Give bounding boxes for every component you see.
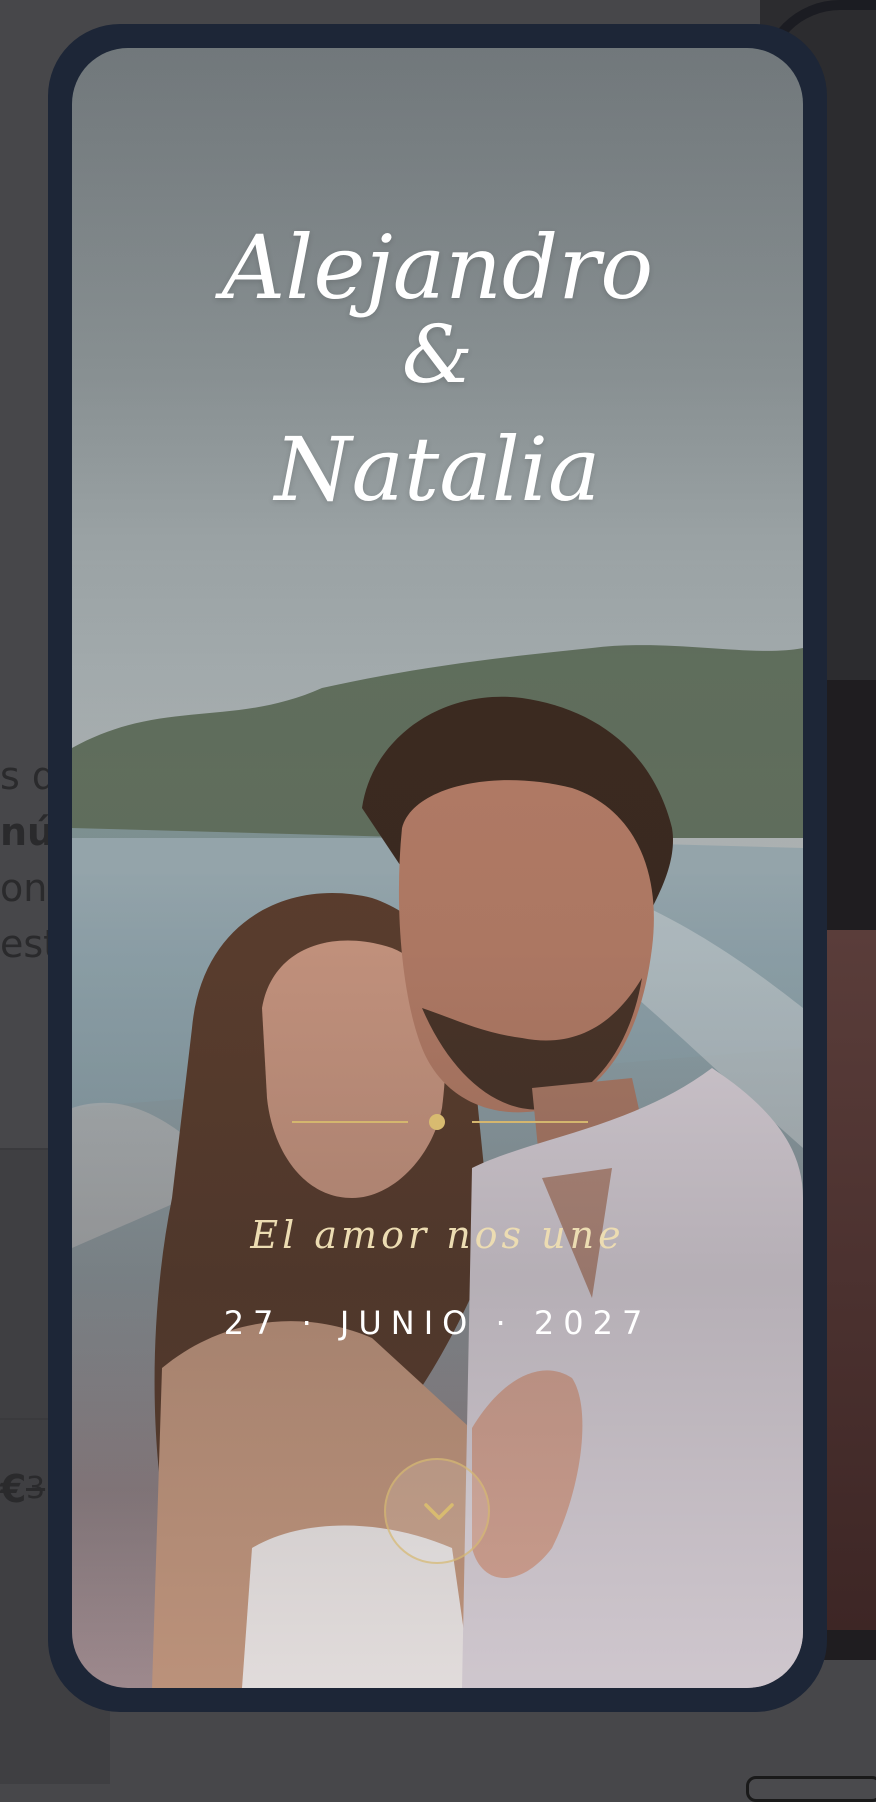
bg-old-price: 3 — [26, 1471, 46, 1506]
divider-line-left — [292, 1121, 408, 1123]
bg-bottom-button — [746, 1776, 876, 1802]
ornament-divider — [72, 1112, 803, 1132]
chevron-down-icon — [424, 1503, 454, 1520]
wedding-date: 27 · JUNIO · 2027 — [223, 1304, 652, 1342]
bg-text-line-2: nú — [0, 810, 55, 854]
tagline: El amor nos une — [250, 1213, 625, 1257]
divider-dot — [429, 1114, 445, 1130]
bg-side-card-photo-detail — [820, 930, 876, 1630]
divider-line-right — [472, 1121, 588, 1123]
bride-name: Natalia — [274, 418, 601, 521]
ampersand: & — [401, 308, 474, 401]
bg-text-line-3: on — [0, 866, 48, 910]
phone-screen[interactable]: Alejandro & Natalia El amor nos une 27 ·… — [72, 48, 803, 1688]
groom-name: Alejandro — [221, 216, 654, 319]
phone-preview-frame: Alejandro & Natalia El amor nos une 27 ·… — [48, 24, 827, 1712]
bg-price: € — [0, 1467, 27, 1511]
scroll-down-button[interactable] — [384, 1458, 490, 1564]
